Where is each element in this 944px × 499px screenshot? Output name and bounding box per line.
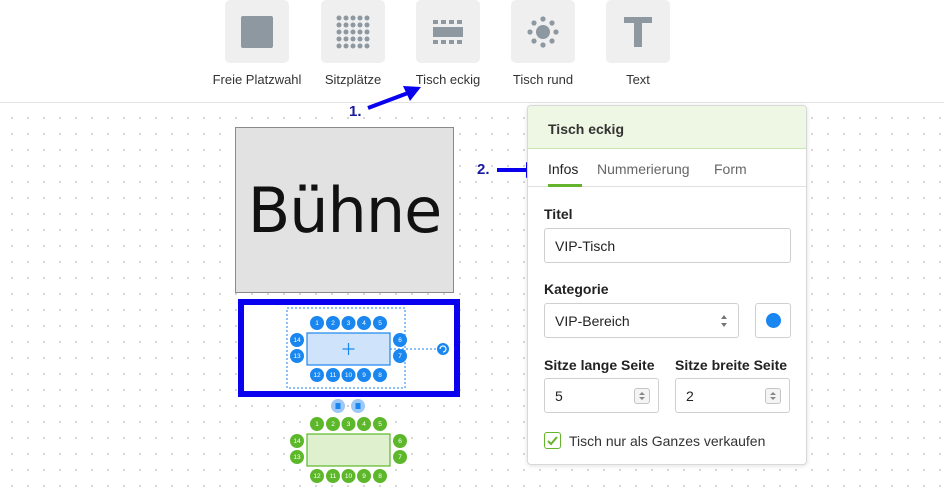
long-side-value: 5 [555,388,563,404]
short-side-stepper[interactable]: 2 [675,378,790,413]
tab-numbering[interactable]: Nummerierung [597,161,690,177]
title-label: Titel [544,206,573,222]
panel-title: Tisch eckig [528,106,806,149]
category-label: Kategorie [544,281,609,297]
tab-infos[interactable]: Infos [548,161,578,177]
spinner-icon[interactable] [634,388,650,404]
properties-panel: Tisch eckig Infos Nummerierung Form Tite… [527,105,807,465]
spinner-icon[interactable] [765,388,781,404]
category-select[interactable]: VIP-Bereich [544,303,739,338]
arrow-1-icon [367,86,421,110]
short-side-value: 2 [686,388,694,404]
long-side-label: Sitze lange Seite [544,357,655,373]
sell-whole-table-label: Tisch nur als Ganzes verkaufen [569,433,766,449]
category-color-swatch[interactable] [755,303,791,338]
title-input[interactable] [544,228,791,263]
checkmark-icon [547,436,558,446]
tab-form[interactable]: Form [714,161,747,177]
sell-whole-table-checkbox[interactable] [544,432,561,449]
color-dot-icon [765,313,781,328]
long-side-stepper[interactable]: 5 [544,378,659,413]
category-select-value: VIP-Bereich [555,313,630,329]
select-arrows-icon [721,315,727,327]
panel-tabs: Infos Nummerierung Form [528,149,806,187]
active-tab-indicator [548,184,582,187]
short-side-label: Sitze breite Seite [675,357,788,373]
